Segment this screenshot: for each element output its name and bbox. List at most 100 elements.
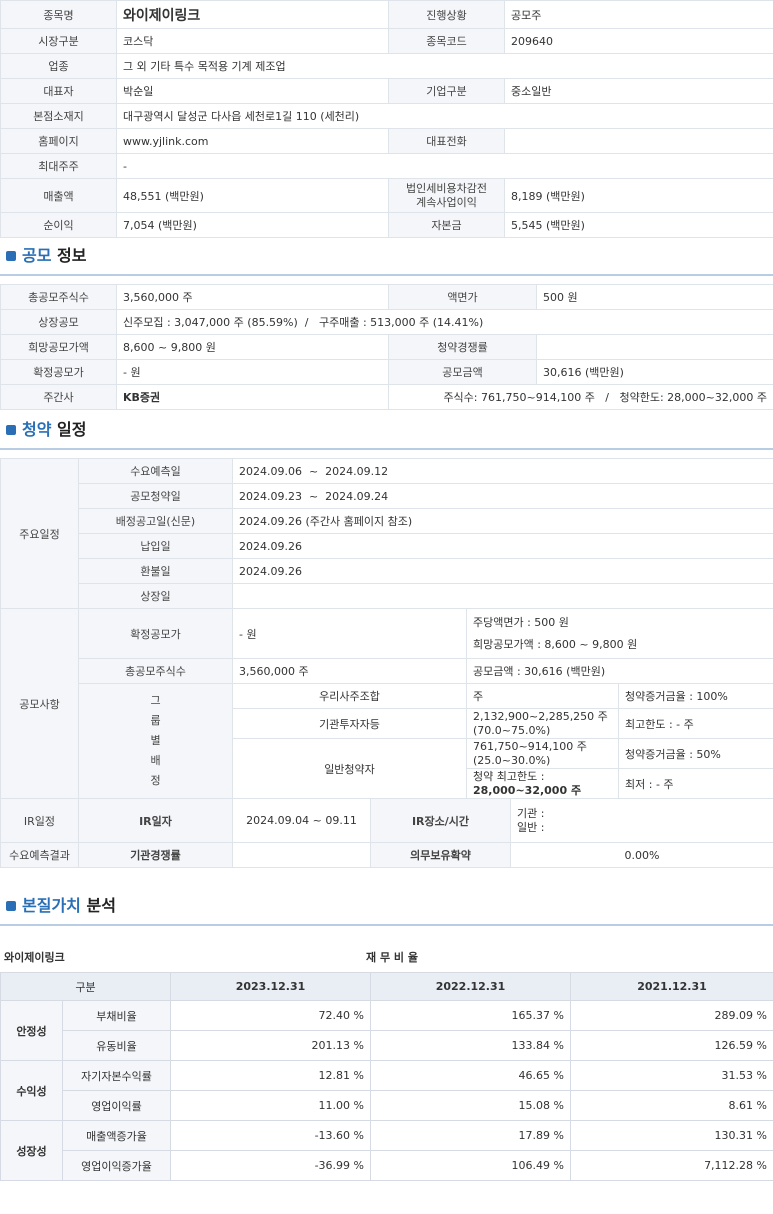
label-cell: 배정공고일(신문) [78,508,233,534]
table-row: 환불일 2024.09.26 [1,558,773,584]
table-row: 성장성 매출액증가율 -13.60 % 17.89 % 130.31 % [0,1120,773,1181]
table-row: 영업이익률 11.00 % 15.08 % 8.61 % [1,1090,773,1121]
value-cell: 130.31 % [570,1120,773,1151]
table-row: 공모사항 확정공모가 - 원 주당액면가 : 500 원 희망공모가액 : 8,… [0,608,773,799]
section-title-accent: 본질가치 [22,896,81,915]
label-cell: 확정공모가 [0,359,117,385]
section-bullet-icon [6,901,16,911]
value-cell: 0.00% [509,842,773,868]
value-cell: 2024.09.26 [231,533,773,559]
label-cell: 자본금 [388,212,505,238]
value-cell: 201.13 % [170,1030,371,1061]
value-cell: 2,132,900~2,285,250 주 (70.0~75.0%) [466,708,619,739]
value-cell: 500 원 [536,284,773,310]
company-caption: 와이제이링크 [4,951,65,964]
value-cell: -13.60 % [170,1120,371,1151]
value-cell [504,128,773,154]
label-cell: 희망공모가액 [0,334,117,360]
section-title-accent: 청약 [22,420,52,439]
value-cell [232,842,371,868]
company-name: 와이제이링크 [116,0,389,29]
table-row: 유동비율 201.13 % 133.84 % 126.59 % [1,1030,773,1061]
group-label: 안정성 [0,1000,63,1061]
table-row: 공모청약일 2024.09.23 ~ 2024.09.24 [1,483,773,509]
table-row: 수요예측결과 기관경쟁률 의무보유확약 0.00% [0,842,773,868]
label-cell: 청약경쟁률 [388,334,537,360]
company-info-table: 종목명 와이제이링크 진행상황 공모주 시장구분 코스닥 종목코드 209640… [0,0,773,238]
value-cell: 주 [466,683,619,709]
value-cell: 청약증거금율 : 50% [617,738,773,769]
row-label: 부채비율 [62,1000,171,1031]
label-cell: 대표전화 [388,128,505,154]
table-row: 업종 그 외 기타 특수 목적용 기계 제조업 [0,53,773,79]
table-header-row: 구분 2023.12.31 2022.12.31 2021.12.31 [0,972,773,1001]
label-cell: 총공모주식수 [0,284,117,310]
table-row: 영업이익증가율 -36.99 % 106.49 % 7,112.28 % [1,1150,773,1181]
value-cell: 3,560,000 주 [116,284,389,310]
value-cell: 133.84 % [370,1030,571,1061]
value-cell: 15.08 % [370,1090,571,1121]
value-cell: 8,600 ~ 9,800 원 [116,334,389,360]
value-cell: 2024.09.23 ~ 2024.09.24 [231,483,773,509]
label-cell: IR일정 [0,798,79,843]
label-cell: 납입일 [78,533,233,559]
value-cell: 126.59 % [570,1030,773,1061]
financial-caption-row: 와이제이링크 재 무 비 율 [0,948,773,966]
section-bullet-icon [6,251,16,261]
label-cell: 최대주주 [0,153,117,179]
table-row: 주요일정 수요예측일 2024.09.06 ~ 2024.09.12 [0,458,773,609]
homepage-link[interactable]: www.yjlink.com [116,128,389,154]
section-header-subscription: 청약 일정 [0,410,773,448]
value-cell: 106.49 % [370,1150,571,1181]
value-cell: 3,560,000 주 [232,658,467,684]
label-cell: 상장일 [78,583,233,609]
underwriter-name: KB증권 [116,384,389,410]
section-title-accent: 공모 [22,246,52,265]
value-cell: - [116,153,773,179]
value-cell: -36.99 % [170,1150,371,1181]
label-cell: 매출액 [0,178,117,213]
label-cell: 수요예측일 [78,458,233,484]
value-cell: 중소일반 [504,78,773,104]
value-cell: 그 외 기타 특수 목적용 기계 제조업 [116,53,773,79]
value-cell: 31.53 % [570,1060,773,1091]
value-cell: 8.61 % [570,1090,773,1121]
label-cell: 의무보유확약 [370,842,511,868]
financial-caption: 재 무 비 율 [366,951,418,964]
value-cell: 46.65 % [370,1060,571,1091]
label-cell: 기업구분 [388,78,505,104]
group-label: 수익성 [0,1060,63,1121]
group-label: 성장성 [0,1120,63,1181]
limit-value: 28,000~32,000 주 [473,783,582,797]
table-row: 안정성 부채비율 72.40 % 165.37 % 289.09 % [0,1000,773,1061]
label-cell: 공모사항 [0,608,79,799]
value-cell: 2024.09.26 [231,558,773,584]
label-cell: 상장공모 [0,309,117,335]
value-cell: 청약 최고한도 : 28,000~32,000 주 [466,768,619,799]
table-row: 그 룹 별 배 정 우리사주조합 주 청약증거금율 : 100% [1,683,773,799]
value-cell: 기관 : 일반 : [509,798,773,843]
offering-table: 총공모주식수 3,560,000 주 액면가 500 원 상장공모 신주모집 :… [0,284,773,410]
value-cell: 주당액면가 : 500 원 희망공모가액 : 8,600 ~ 9,800 원 [465,608,773,659]
table-row: 본점소재지 대구광역시 달성군 다사읍 세천로1길 110 (세천리) [0,103,773,129]
section-bullet-icon [6,425,16,435]
label-cell: 공모청약일 [78,483,233,509]
row-label: 영업이익증가율 [62,1150,171,1181]
table-row: 대표자 박순일 기업구분 중소일반 [0,78,773,104]
table-row: 매출액 48,551 (백만원) 법인세비용차감전 계속사업이익 8,189 (… [0,178,773,213]
column-header: 2023.12.31 [170,972,371,1001]
section-header-value: 본질가치 분석 [0,868,773,924]
table-row: 홈페이지 www.yjlink.com 대표전화 [0,128,773,154]
table-row: IR일정 IR일자 2024.09.04 ~ 09.11 IR장소/시간 기관 … [0,798,773,843]
row-label: 자기자본수익률 [62,1060,171,1091]
section-header-offering: 공모 정보 [0,238,773,274]
label-cell: 액면가 [388,284,537,310]
value-cell: 17.89 % [370,1120,571,1151]
value-cell: 30,616 (백만원) [536,359,773,385]
table-row: 확정공모가 - 원 공모금액 30,616 (백만원) [0,359,773,385]
row-label: 매출액증가율 [62,1120,171,1151]
value-cell: 최저 : - 주 [617,768,773,799]
label-cell: 순이익 [0,212,117,238]
label-cell: 주요일정 [0,458,79,609]
financial-ratio-table: 구분 2023.12.31 2022.12.31 2021.12.31 안정성 … [0,972,773,1181]
